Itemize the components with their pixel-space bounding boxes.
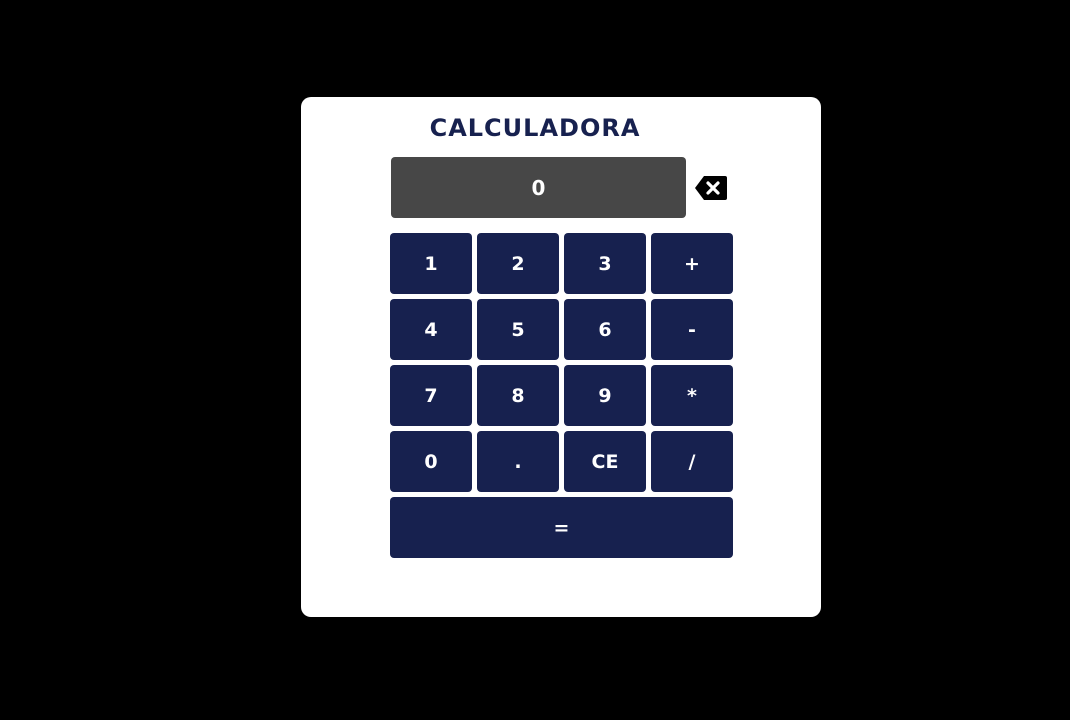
calculator-display: 0	[391, 157, 686, 218]
page-title: CALCULADORA	[429, 114, 641, 142]
key-0-button[interactable]: 0	[390, 431, 472, 492]
add-button[interactable]: +	[651, 233, 733, 294]
backspace-button[interactable]	[694, 175, 728, 201]
backspace-icon	[695, 176, 727, 200]
multiply-button[interactable]: *	[651, 365, 733, 426]
equals-button[interactable]: =	[390, 497, 733, 558]
key-8-button[interactable]: 8	[477, 365, 559, 426]
divide-button[interactable]: /	[651, 431, 733, 492]
key-2-button[interactable]: 2	[477, 233, 559, 294]
key-6-button[interactable]: 6	[564, 299, 646, 360]
clear-entry-button[interactable]: CE	[564, 431, 646, 492]
key-3-button[interactable]: 3	[564, 233, 646, 294]
key-4-button[interactable]: 4	[390, 299, 472, 360]
subtract-button[interactable]: -	[651, 299, 733, 360]
key-5-button[interactable]: 5	[477, 299, 559, 360]
decimal-button[interactable]: .	[477, 431, 559, 492]
key-1-button[interactable]: 1	[390, 233, 472, 294]
key-7-button[interactable]: 7	[390, 365, 472, 426]
key-9-button[interactable]: 9	[564, 365, 646, 426]
display-value: 0	[531, 175, 546, 200]
